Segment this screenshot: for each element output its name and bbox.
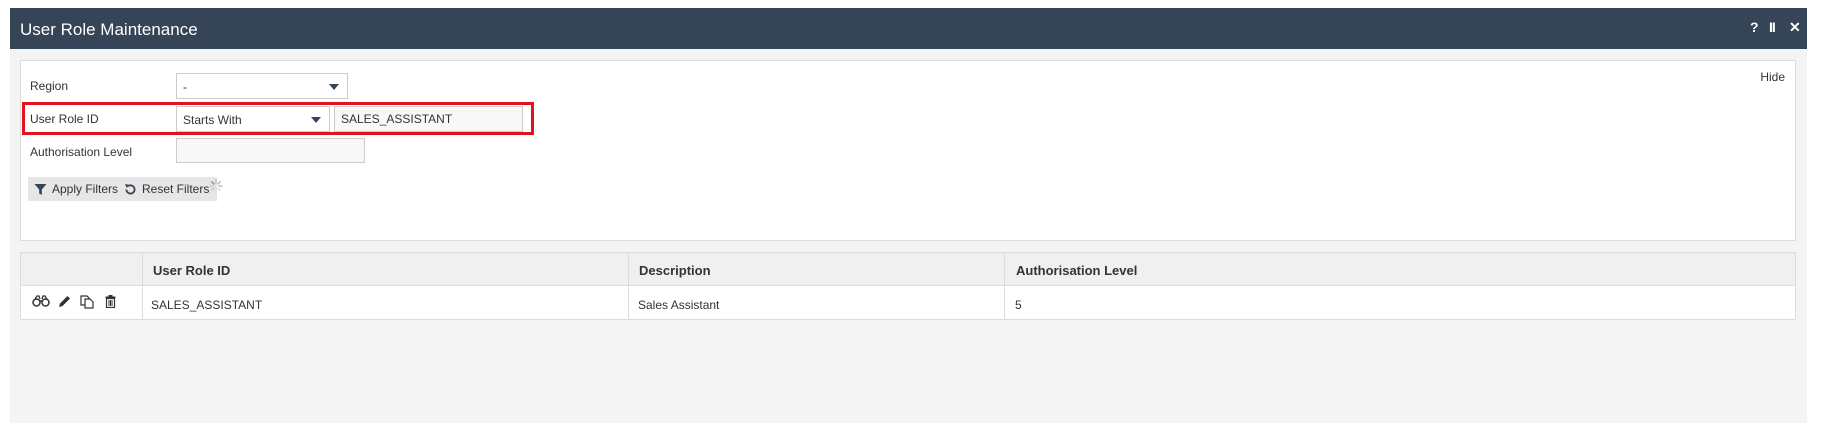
- region-select-value: -: [183, 80, 187, 94]
- column-header-authorisation-level[interactable]: Authorisation Level: [1016, 263, 1137, 278]
- pencil-icon[interactable]: [58, 295, 71, 308]
- chevron-down-icon: [311, 117, 321, 123]
- trash-icon[interactable]: [105, 295, 116, 308]
- authorisation-level-input[interactable]: [176, 138, 365, 163]
- user-role-id-operator-select[interactable]: Starts With: [176, 106, 330, 132]
- help-button[interactable]: ?: [1750, 19, 1759, 35]
- region-label: Region: [30, 79, 69, 93]
- binoculars-icon[interactable]: [32, 295, 50, 307]
- grid-header: [21, 253, 1795, 286]
- column-header-description[interactable]: Description: [639, 263, 711, 278]
- cell-authorisation-level: 5: [1015, 298, 1022, 312]
- user-role-id-input[interactable]: [334, 106, 523, 132]
- reset-filters-button[interactable]: Reset Filters: [118, 177, 218, 201]
- column-divider: [142, 253, 143, 319]
- region-select[interactable]: -: [176, 73, 348, 99]
- window: User Role Maintenance ? II ✕ Hide Region…: [10, 8, 1807, 423]
- filter-panel: Hide Region - User Role ID Starts With A…: [20, 60, 1796, 241]
- cell-user-role-id: SALES_ASSISTANT: [151, 298, 263, 312]
- title-bar: User Role Maintenance ? II ✕: [10, 8, 1807, 49]
- column-divider: [628, 253, 629, 319]
- apply-filters-label: Apply Filters: [52, 182, 119, 196]
- user-role-id-label: User Role ID: [30, 112, 99, 126]
- column-header-user-role-id[interactable]: User Role ID: [153, 263, 230, 278]
- copy-icon[interactable]: [80, 295, 94, 309]
- loading-spinner-icon: [209, 179, 223, 193]
- authorisation-level-label: Authorisation Level: [30, 145, 133, 159]
- apply-filters-button[interactable]: Apply Filters: [28, 177, 127, 201]
- reset-icon: [125, 183, 136, 194]
- reset-filters-label: Reset Filters: [142, 182, 210, 196]
- hide-filters-link[interactable]: Hide: [1760, 70, 1785, 84]
- filter-icon: [34, 183, 47, 195]
- cell-description: Sales Assistant: [638, 298, 720, 312]
- window-title: User Role Maintenance: [20, 20, 198, 39]
- results-grid: User Role ID Description Authorisation L…: [20, 252, 1796, 320]
- close-button[interactable]: ✕: [1789, 19, 1801, 36]
- operator-select-value: Starts With: [183, 113, 242, 127]
- column-divider: [1004, 253, 1005, 319]
- chevron-down-icon: [329, 84, 339, 90]
- right-margin: [1807, 0, 1828, 423]
- pause-button[interactable]: II: [1769, 19, 1776, 35]
